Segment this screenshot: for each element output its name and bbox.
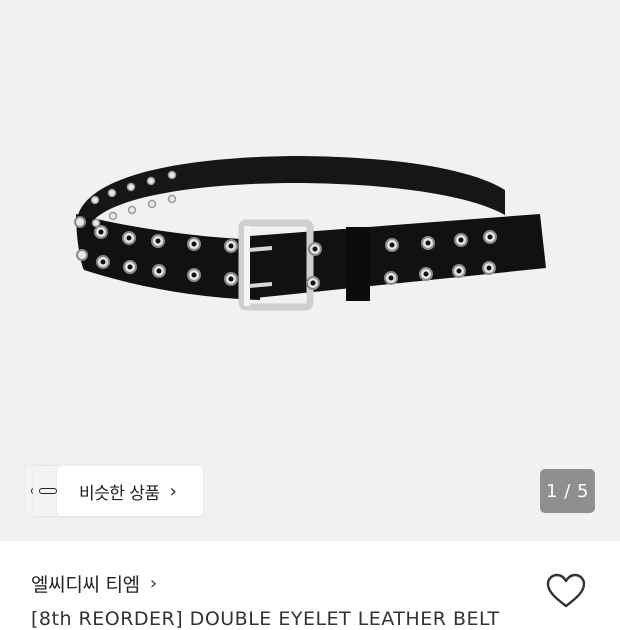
chevron-right-icon: › — [149, 573, 158, 594]
brand-name: 엘씨디씨 티엠 — [31, 574, 140, 596]
similar-products[interactable]: 비슷한 상품 › — [25, 466, 203, 516]
chevron-right-icon: › — [169, 480, 177, 502]
image-pager-counter: 1 / 5 — [540, 469, 595, 513]
product-image-area[interactable] — [0, 0, 620, 541]
brand-link[interactable]: 엘씨디씨 티엠 › — [31, 570, 157, 597]
product-title: [8th REORDER] DOUBLE EYELET LEATHER BELT — [31, 608, 500, 630]
belt-image — [74, 156, 546, 311]
heart-icon[interactable] — [546, 573, 586, 609]
similar-products-label: 비슷한 상품 — [79, 483, 160, 504]
similar-products-button[interactable]: 비슷한 상품 › — [57, 466, 203, 516]
